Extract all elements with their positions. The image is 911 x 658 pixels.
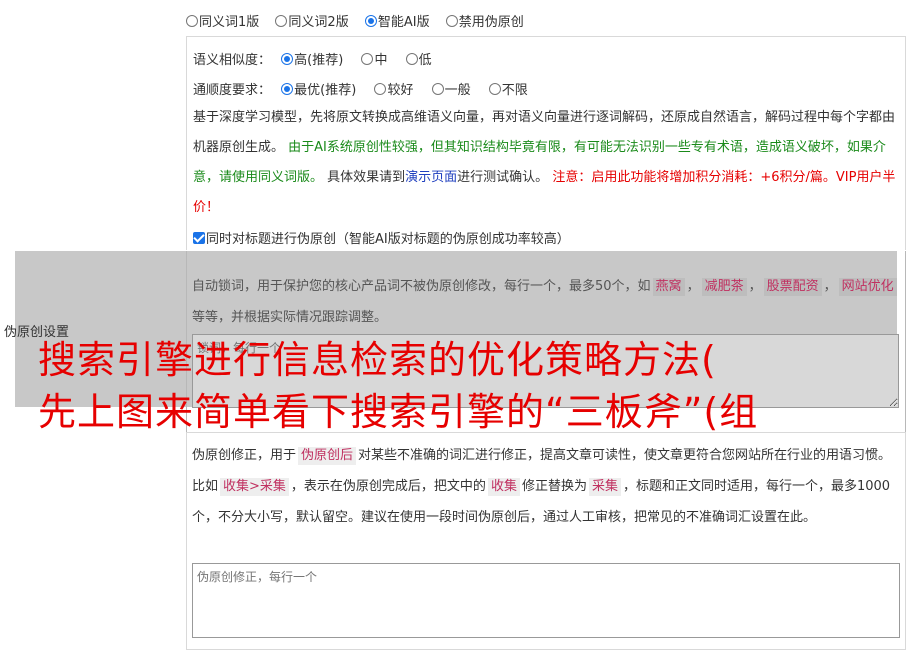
fix-words-description: 伪原创修正，用于 伪原创后 对某些不准确的词汇进行修正，提高文章可读性，使文章更符合… bbox=[192, 447, 892, 525]
radio-selected-icon[interactable] bbox=[281, 53, 294, 65]
title-pseudo-original-checkbox[interactable]: 同时对标题进行伪原创（智能AI版对标题的伪原创成功率较高） bbox=[193, 228, 570, 247]
radio-selected-icon[interactable] bbox=[364, 15, 377, 27]
fluency-option-good[interactable]: 较好 bbox=[374, 79, 413, 98]
similarity-option-low[interactable]: 低 bbox=[405, 49, 432, 68]
fix-words-input[interactable] bbox=[192, 563, 900, 638]
similarity-option-high[interactable]: 高(推荐) bbox=[281, 49, 343, 68]
radio-icon[interactable] bbox=[431, 83, 444, 95]
version-options: 同义词1版 同义词2版 智能AI版 禁用伪原创 bbox=[186, 11, 536, 30]
similarity-label: 语义相似度： bbox=[193, 53, 272, 68]
ai-settings-panel: 语义相似度： 高(推荐) 中 低 通顺度要求： 最优(推荐) 较好 一般 不限 … bbox=[186, 36, 906, 250]
radio-icon[interactable] bbox=[361, 53, 374, 65]
checkbox-checked-icon[interactable] bbox=[193, 232, 205, 244]
lock-words-description: 自动锁词，用于保护您的核心产品词不被伪原创修改，每行一个，最多50个，如 燕窝，减… bbox=[192, 271, 900, 333]
fluency-option-normal[interactable]: 一般 bbox=[431, 79, 471, 98]
radio-icon[interactable] bbox=[445, 15, 458, 27]
similarity-option-medium[interactable]: 中 bbox=[361, 49, 387, 68]
version-option-disable[interactable]: 禁用伪原创 bbox=[445, 11, 524, 30]
ai-description: 基于深度学习模型，先将原文转换成高维语义向量，再对语义向量进行逐词解码，还原成自… bbox=[193, 110, 896, 215]
demo-page-link[interactable]: 演示页面 bbox=[405, 170, 457, 185]
example-tag: 收集 bbox=[487, 478, 520, 496]
example-tag: 燕窝 bbox=[652, 278, 685, 296]
example-tag: 网站优化 bbox=[838, 278, 897, 296]
overlay-headline-line-2: 先上图来简单看下搜索引擎的“三板斧”(组 bbox=[38, 390, 759, 434]
overlay-headline-line-1: 搜索引擎进行信息检索的优化策略方法( bbox=[38, 338, 717, 382]
version-option-synonym-2[interactable]: 同义词2版 bbox=[275, 11, 349, 30]
example-tag: 伪原创后 bbox=[298, 447, 357, 465]
version-option-synonym-1[interactable]: 同义词1版 bbox=[186, 11, 259, 30]
radio-icon[interactable] bbox=[275, 15, 288, 27]
example-tag: 减肥茶 bbox=[701, 278, 747, 296]
fluency-option-best[interactable]: 最优(推荐) bbox=[281, 79, 356, 98]
radio-icon[interactable] bbox=[374, 83, 387, 95]
fluency-option-unlimited[interactable]: 不限 bbox=[488, 79, 528, 98]
radio-icon[interactable] bbox=[186, 15, 198, 27]
overlay-headline: 搜索引擎进行信息检索的优化策略方法( 先上图来简单看下搜索引擎的“三板斧”(组 bbox=[38, 334, 758, 438]
fluency-row: 通顺度要求： 最优(推荐) 较好 一般 不限 bbox=[193, 79, 542, 98]
example-tag: 采集 bbox=[588, 478, 621, 496]
version-option-ai[interactable]: 智能AI版 bbox=[364, 11, 430, 30]
radio-icon[interactable] bbox=[488, 83, 501, 95]
radio-selected-icon[interactable] bbox=[281, 83, 294, 95]
example-tag: 股票配资 bbox=[763, 278, 822, 296]
example-tag: 收集>采集 bbox=[220, 478, 289, 496]
fluency-label: 通顺度要求： bbox=[193, 83, 272, 98]
similarity-row: 语义相似度： 高(推荐) 中 低 bbox=[193, 49, 446, 68]
radio-icon[interactable] bbox=[405, 53, 418, 65]
